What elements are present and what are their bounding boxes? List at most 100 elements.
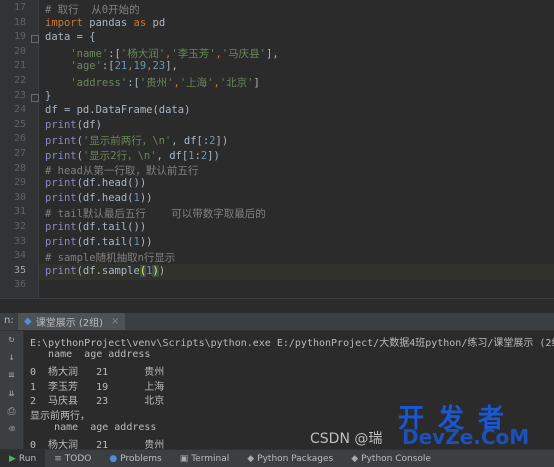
code-token: , df[ <box>156 150 189 162</box>
bottom-tool-window-bar: ▶ Run ≡ TODO ● Problems ▣ Terminal ◆ Python Packa… <box>0 449 554 467</box>
run-config-tab[interactable]: ◆ 课堂展示 (2组) × <box>18 313 126 330</box>
console-line: E:\pythonProject\venv\Scripts\python.exe… <box>30 338 554 349</box>
line-number: 29 <box>13 177 26 189</box>
line-number-gutter: 17 18 19 20 21 22 23 24 25 26 27 28 29 30 31 32 33 34 35 36 <box>0 0 39 298</box>
code-token: ]) <box>207 150 220 162</box>
code-line[interactable]: # 取行 从0开始的 <box>45 2 140 17</box>
code-token: print <box>45 221 77 233</box>
close-icon[interactable]: × <box>111 316 119 327</box>
rerun-icon[interactable]: ↻ <box>6 335 17 345</box>
code-token: # head从第一行取，默认前五行 <box>45 164 199 177</box>
code-token: # tail默认最后五行 可以带数字取最后的 <box>45 208 266 221</box>
tool-window-button[interactable]: ▣ Terminal <box>171 450 239 467</box>
code-token: data = { <box>45 31 96 44</box>
code-token: print <box>45 135 77 148</box>
print-icon[interactable]: ⎙ <box>6 407 17 417</box>
code-line[interactable]: df = pd.DataFrame(data) <box>45 104 190 116</box>
code-line[interactable]: 'address':['贵州','上海','北京'] <box>45 75 260 90</box>
line-number: 20 <box>13 45 26 57</box>
code-line[interactable]: print(df) <box>45 119 102 131</box>
code-line[interactable]: import pandas as pd <box>45 17 165 29</box>
console-line: 0 杨大润 21 贵州 <box>30 367 165 379</box>
line-number: 36 <box>13 279 26 291</box>
code-token: 23 <box>152 60 166 73</box>
code-token: :[ <box>101 60 115 73</box>
line-number: 22 <box>13 75 26 86</box>
fold-marker-icon[interactable] <box>31 93 39 102</box>
run-icon: ▶ <box>9 453 16 464</box>
run-label: n: <box>4 315 14 326</box>
tool-window-button[interactable]: ● Problems <box>100 450 170 467</box>
code-token: # 取行 从0开始的 <box>45 4 140 16</box>
console-line: name age address <box>30 348 151 360</box>
run-tool-window-header: n: ◆ 课堂展示 (2组) × <box>0 313 554 331</box>
code-line[interactable]: data = { <box>45 31 96 43</box>
trash-icon[interactable]: ⌫ <box>6 425 17 435</box>
code-token: :[ <box>127 77 140 89</box>
code-line[interactable]: # sample随机抽取n行显示 <box>45 250 175 265</box>
code-line[interactable]: 'name':['杨大润','李玉芳','马庆县'], <box>45 46 278 61</box>
code-token: as <box>133 16 153 29</box>
code-token: 19 <box>133 60 147 73</box>
code-token: } <box>45 89 52 102</box>
python-packages-icon: ◆ <box>247 453 255 464</box>
line-number: 28 <box>13 162 26 174</box>
console-line: 1 李玉芳 19 上海 <box>30 381 165 393</box>
code-line[interactable]: } <box>45 90 51 102</box>
code-token: print <box>45 177 77 190</box>
fold-marker-icon[interactable] <box>31 35 39 44</box>
tool-window-button[interactable]: ▶ Run <box>0 450 46 467</box>
code-token: )) <box>139 191 153 204</box>
tool-window-button[interactable]: ◆ Python Console <box>342 450 440 467</box>
code-line[interactable]: print('显示前两行，\n', df[:2]) <box>45 133 228 148</box>
console-line: 0 杨大润 21 贵州 <box>30 440 165 449</box>
line-number: 32 <box>13 221 26 232</box>
code-token: print <box>45 191 77 204</box>
code-line[interactable]: # tail默认最后五行 可以带数字取最后的 <box>45 206 266 221</box>
arrow-down-icon[interactable]: ↓ <box>6 353 17 363</box>
code-editor[interactable]: 17 18 19 20 21 22 23 24 25 26 27 28 29 30 31 32 33 34 35 36… <box>0 0 554 298</box>
code-token: )) <box>139 235 153 248</box>
code-token: pandas <box>89 16 134 29</box>
tool-window-label: Problems <box>120 453 162 464</box>
tool-window-label: Python Packages <box>257 453 334 464</box>
code-token: print <box>45 150 77 162</box>
tool-window-label: Run <box>18 453 37 464</box>
console-line: 显示前两行， <box>30 411 90 422</box>
code-line[interactable]: print(df.head()) <box>45 177 146 189</box>
tool-window-button[interactable]: ≡ TODO <box>45 450 100 467</box>
line-number: 26 <box>13 133 26 145</box>
line-number: 23 <box>13 89 26 101</box>
code-token: '李玉芳' <box>171 47 216 60</box>
code-token: import <box>45 16 90 29</box>
code-token: (df) <box>76 118 102 131</box>
code-token: :[ <box>108 47 121 60</box>
line-number: 24 <box>13 104 26 116</box>
run-console-output[interactable]: E:\pythonProject\venv\Scripts\python.exe… <box>24 331 554 449</box>
todo-icon: ≡ <box>54 453 62 464</box>
code-token: ] <box>253 77 260 89</box>
line-number: 31 <box>13 206 26 218</box>
scroll-to-end-icon[interactable]: ⇊ <box>6 389 17 399</box>
console-line: name age address <box>30 421 157 433</box>
code-line[interactable]: print(df.head(1)) <box>45 192 153 204</box>
line-number: 18 <box>13 16 26 28</box>
code-line[interactable]: # head从第一行取，默认前五行 <box>45 163 198 178</box>
tool-window-label: Python Console <box>361 453 431 464</box>
line-number: 30 <box>13 191 26 203</box>
code-line[interactable]: print(df.sample(1)) <box>45 264 165 277</box>
tool-window-button[interactable]: ◆ Python Packages <box>238 450 342 467</box>
code-line[interactable]: 'age':[21,19,23], <box>45 60 178 72</box>
code-token: (df.head()) <box>76 177 147 190</box>
code-line[interactable]: print(df.tail()) <box>45 221 146 233</box>
soft-wrap-icon[interactable]: ≡ <box>6 371 17 381</box>
code-line[interactable]: print(df.tail(1)) <box>45 236 153 248</box>
code-token: '杨大润' <box>120 47 166 60</box>
code-line[interactable]: print('显示2行，\n', df[1:2]) <box>45 148 220 163</box>
line-number: 33 <box>13 235 26 247</box>
panel-divider[interactable] <box>0 298 554 313</box>
code-token: 'address' <box>70 77 128 89</box>
code-token: '马庆县' <box>221 47 267 60</box>
line-number: 34 <box>13 250 26 262</box>
